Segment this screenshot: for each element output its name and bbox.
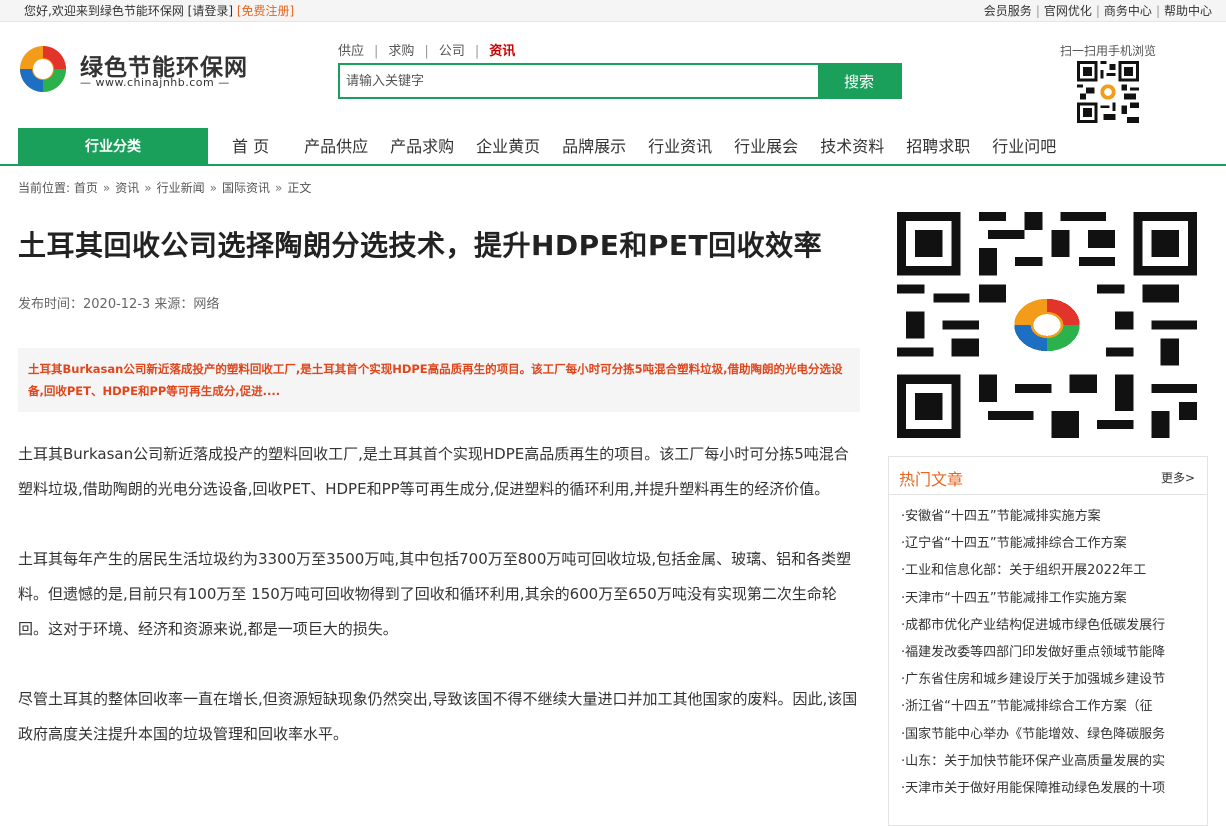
- search-tab-purchase[interactable]: 求购: [388, 44, 414, 59]
- article-summary: 土耳其Burkasan公司新近落成投产的塑料回收工厂,是土耳其首个实现HDPE高…: [18, 348, 860, 412]
- search-tab-news[interactable]: 资讯: [489, 44, 515, 59]
- welcome-area: 您好,欢迎来到绿色节能环保网 [请登录] [免费注册]: [24, 0, 294, 22]
- hot-article-item[interactable]: ·天津市关于做好用能保障推动绿色发展的十项: [901, 775, 1197, 802]
- nav-item-brands[interactable]: 品牌展示: [551, 128, 637, 166]
- top-bar: 您好,欢迎来到绿色节能环保网 [请登录] [免费注册] 会员服务 | 官网优化 | 商务…: [0, 0, 1226, 22]
- nav-item-exhibitions[interactable]: 行业展会: [723, 128, 809, 166]
- site-logo[interactable]: 绿色节能环保网 — www.chinajnhb.com —: [18, 44, 258, 98]
- register-link[interactable]: [免费注册]: [237, 4, 294, 18]
- hot-article-item[interactable]: ·工业和信息化部：关于组织开展2022年工: [901, 557, 1197, 584]
- nav-category-button[interactable]: 行业分类: [18, 128, 208, 166]
- article-title: 土耳其回收公司选择陶朗分选技术，提升HDPE和PET回收效率: [18, 229, 823, 262]
- top-links: 会员服务 | 官网优化 | 商务中心 | 帮助中心: [983, 4, 1212, 18]
- login-link[interactable]: [请登录]: [188, 4, 233, 18]
- hot-article-item[interactable]: ·天津市“十四五”节能减排工作实施方案: [901, 585, 1197, 612]
- breadcrumb-current: 正文: [287, 181, 312, 195]
- article-paragraph: 尽管土耳其的整体回收率一直在增长,但资源短缺现象仍然突出,导致该国不得不继续大量…: [18, 690, 858, 743]
- hot-articles-panel: 热门文章 更多> ·安徽省“十四五”节能减排实施方案 ·辽宁省“十四五”节能减排…: [888, 456, 1208, 826]
- hot-articles-list: ·安徽省“十四五”节能减排实施方案 ·辽宁省“十四五”节能减排综合工作方案 ·工…: [901, 503, 1197, 802]
- qr-code-large-icon: [897, 212, 1197, 438]
- search-button[interactable]: 搜索: [818, 65, 900, 97]
- breadcrumb-international[interactable]: 国际资讯: [222, 181, 270, 195]
- nav-item-qa[interactable]: 行业问吧: [981, 128, 1067, 166]
- top-link-business[interactable]: 商务中心: [1104, 4, 1152, 18]
- nav-item-purchase[interactable]: 产品求购: [379, 128, 465, 166]
- hot-article-item[interactable]: ·国家节能中心举办《节能增效、绿色降碳服务: [901, 721, 1197, 748]
- hot-article-item[interactable]: ·山东：关于加快节能环保产业高质量发展的实: [901, 748, 1197, 775]
- search-tab-supply[interactable]: 供应: [338, 44, 364, 59]
- nav-item-jobs[interactable]: 招聘求职: [895, 128, 981, 166]
- nav-items: 首 页 产品供应 产品求购 企业黄页 品牌展示 行业资讯 行业展会 技术资料 招…: [208, 128, 1067, 166]
- nav-item-supply[interactable]: 产品供应: [293, 128, 379, 166]
- nav-item-yellowpages[interactable]: 企业黄页: [465, 128, 551, 166]
- article-meta: 发布时间：2020-12-3 来源：网络: [18, 297, 220, 312]
- qr-code-small-icon: [1077, 61, 1139, 123]
- article-body: 土耳其Burkasan公司新近落成投产的塑料回收工厂,是土耳其首个实现HDPE高…: [18, 437, 860, 787]
- breadcrumb-prefix: 当前位置:: [18, 181, 71, 195]
- article-paragraph: 土耳其每年产生的居民生活垃圾约为3300万至3500万吨,其中包括700万至80…: [18, 550, 852, 638]
- main-nav: 行业分类 首 页 产品供应 产品求购 企业黄页 品牌展示 行业资讯 行业展会 技…: [0, 128, 1226, 166]
- search-box: 搜索: [338, 63, 902, 99]
- qr-scan-label: 扫一扫用手机浏览: [1060, 44, 1157, 58]
- search-tabs: 供应 | 求购 | 公司 | 资讯: [338, 44, 516, 59]
- top-link-help[interactable]: 帮助中心: [1164, 4, 1212, 18]
- logo-swirl-icon: [20, 46, 66, 92]
- hot-article-item[interactable]: ·成都市优化产业结构促进城市绿色低碳发展行: [901, 612, 1197, 639]
- hot-article-item[interactable]: ·辽宁省“十四五”节能减排综合工作方案: [901, 530, 1197, 557]
- hot-article-item[interactable]: ·安徽省“十四五”节能减排实施方案: [901, 503, 1197, 530]
- breadcrumb: 当前位置: 首页» 资讯» 行业新闻» 国际资讯» 正文: [18, 181, 312, 195]
- hot-articles-title: 热门文章: [899, 470, 964, 489]
- breadcrumb-news[interactable]: 资讯: [115, 181, 139, 195]
- hot-article-item[interactable]: ·福建发改委等四部门印发做好重点领域节能降: [901, 639, 1197, 666]
- top-link-member[interactable]: 会员服务: [984, 4, 1032, 18]
- search-input[interactable]: [340, 65, 820, 97]
- hot-article-item[interactable]: ·广东省住房和城乡建设厅关于加强城乡建设节: [901, 666, 1197, 693]
- hot-article-item[interactable]: ·浙江省“十四五”节能减排综合工作方案（征: [901, 693, 1197, 720]
- hot-articles-header: 热门文章 更多>: [889, 457, 1207, 495]
- nav-item-tech[interactable]: 技术资料: [809, 128, 895, 166]
- hot-articles-more-link[interactable]: 更多>: [1161, 469, 1195, 486]
- logo-url: — www.chinajnhb.com —: [80, 76, 230, 89]
- welcome-text: 您好,欢迎来到绿色节能环保网: [24, 4, 184, 18]
- top-link-seo[interactable]: 官网优化: [1044, 4, 1092, 18]
- nav-item-news[interactable]: 行业资讯: [637, 128, 723, 166]
- breadcrumb-home[interactable]: 首页: [74, 181, 98, 195]
- nav-item-home[interactable]: 首 页: [208, 128, 293, 166]
- breadcrumb-industry-news[interactable]: 行业新闻: [157, 181, 205, 195]
- search-tab-company[interactable]: 公司: [439, 44, 465, 59]
- article-paragraph: 土耳其Burkasan公司新近落成投产的塑料回收工厂,是土耳其首个实现HDPE高…: [18, 445, 849, 498]
